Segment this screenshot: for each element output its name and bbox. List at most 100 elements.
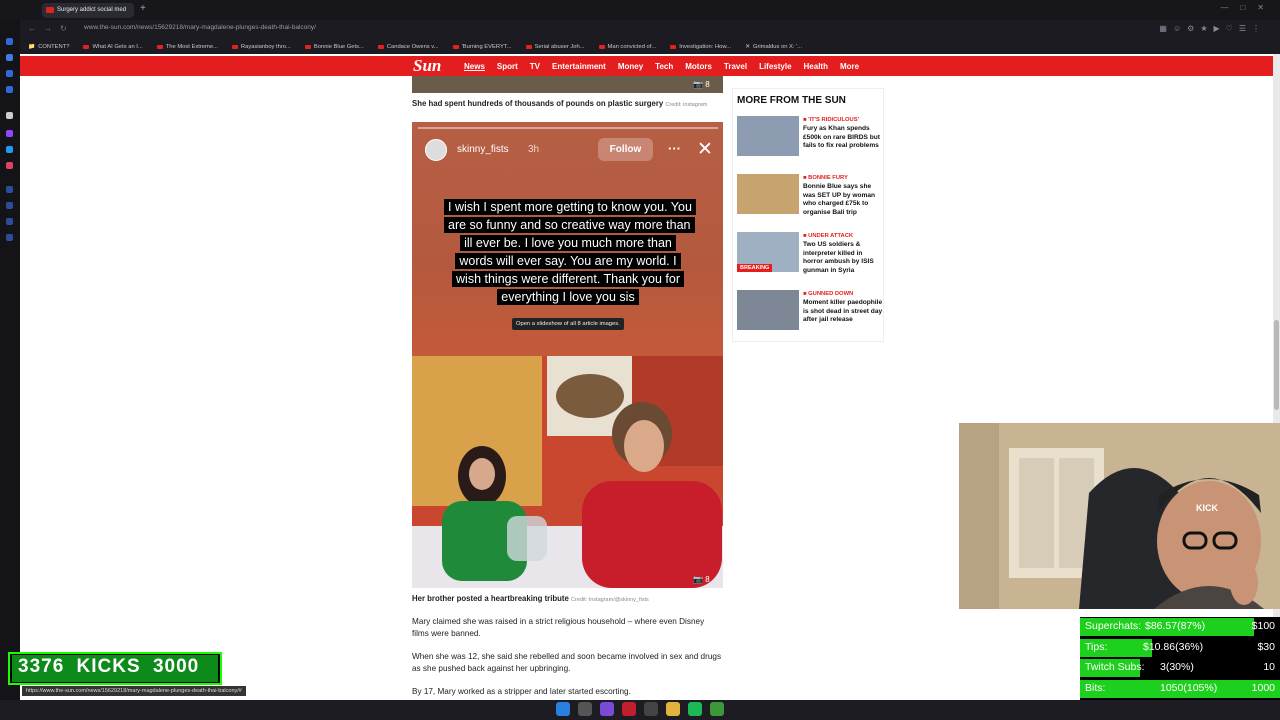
status-url: https://www.the-sun.com/news/15629218/ma… [22, 686, 246, 696]
nav-entertainment[interactable]: Entertainment [552, 62, 606, 71]
sun-logo[interactable]: Sun [413, 57, 441, 75]
image-count-badge: 📷 8 [693, 575, 710, 584]
messenger-icon[interactable] [6, 54, 13, 61]
extension-icons[interactable]: ▦☺⚙★▶♡☰⋮ [1159, 24, 1266, 33]
nav-tv[interactable]: TV [530, 62, 540, 71]
tab-active[interactable]: Surgery addict social med [42, 3, 134, 18]
spotify-icon[interactable] [688, 702, 702, 716]
card-kicker: ■ BONNIE FURY [803, 175, 848, 181]
nav-travel[interactable]: Travel [724, 62, 747, 71]
cap-text: KICK [1196, 503, 1218, 513]
nav-news[interactable]: News [464, 62, 485, 71]
caption-text: She had spent hundreds of thousands of p… [412, 99, 664, 108]
goal-value: 3(30%) [1160, 661, 1194, 673]
chrome-icon[interactable] [644, 702, 658, 716]
image-caption: Her brother posted a heartbreaking tribu… [412, 594, 649, 603]
bookmark-item[interactable]: Candace Owens v... [377, 44, 439, 50]
youtube-icon [304, 45, 311, 49]
nav-lifestyle[interactable]: Lifestyle [759, 62, 791, 71]
bookmark-label: Bonnie Blue Gets... [313, 44, 364, 50]
folder-icon[interactable] [666, 702, 680, 716]
nav-tech[interactable]: Tech [655, 62, 673, 71]
camera-icon: 📷 [693, 80, 703, 89]
caption-credit: Credit: Instagram/@skinny_fists [571, 597, 649, 603]
youtube-icon [156, 45, 163, 49]
url-field[interactable]: www.the-sun.com/news/15629218/mary-magda… [84, 24, 316, 31]
bookmark-item[interactable]: The Most Extreme... [156, 44, 218, 50]
article-paragraph: When she was 12, she said she rebelled a… [412, 652, 722, 673]
scrollbar-thumb[interactable] [1274, 320, 1279, 410]
bookmark-label: The Most Extreme... [165, 44, 218, 50]
nav-health[interactable]: Health [804, 62, 828, 71]
settings-icon[interactable] [6, 186, 13, 193]
window-controls[interactable]: —□✕ [1220, 3, 1276, 12]
search-icon[interactable] [578, 702, 592, 716]
bookmark-item[interactable]: 'Burning EVERYT... [452, 44, 512, 50]
slideshow-tooltip: Open a slideshow of all 8 article images… [512, 318, 624, 330]
nav-motors[interactable]: Motors [685, 62, 712, 71]
bookmark-label: Investigation: How... [679, 44, 732, 50]
card-kicker: ■ GUNNED DOWN [803, 291, 853, 297]
previous-article-image[interactable] [412, 76, 723, 93]
card-headline[interactable]: Fury as Khan spends £500k on rare BIRDS … [803, 125, 883, 151]
more-card[interactable]: ■ BONNIE FURY Bonnie Blue says she was S… [737, 174, 882, 224]
card-headline[interactable]: Moment killer paedophile is shot dead in… [803, 299, 883, 325]
youtube-icon [598, 45, 605, 49]
bookmark-item[interactable]: Man convicted of... [598, 44, 656, 50]
camera-icon: 📷 [693, 575, 703, 584]
bookmark-item[interactable]: Investigation: How... [670, 44, 731, 50]
gear-icon[interactable] [6, 234, 13, 241]
bookmark-icon[interactable] [6, 70, 13, 77]
twitch-icon[interactable] [6, 130, 13, 137]
bookmark-item[interactable]: 📁 CONTENT? [28, 44, 69, 50]
more-card[interactable]: BREAKING ■ UNDER ATTACK Two US soldiers … [737, 232, 882, 282]
kicker-text: BONNIE FURY [808, 175, 848, 181]
home-icon[interactable] [6, 38, 13, 45]
goal-target: $100 [1251, 620, 1275, 632]
image-count: 8 [705, 80, 710, 89]
clock-icon[interactable] [6, 202, 13, 209]
bookmarks-bar: 📁 CONTENT? What AI Gets an I... The Most … [20, 40, 1280, 54]
app-icon[interactable] [600, 702, 614, 716]
opera-icon[interactable] [622, 702, 636, 716]
video-icon: ■ [803, 117, 807, 123]
chat-icon[interactable] [6, 146, 13, 153]
instagram-icon[interactable] [6, 162, 13, 169]
bookmark-item[interactable]: Rayasianboy thro... [231, 44, 291, 50]
bookmark-item[interactable]: What AI Gets an I... [83, 44, 143, 50]
extensions-icon[interactable] [6, 218, 13, 225]
nav-buttons[interactable]: ←→↻ [28, 24, 75, 33]
goal-label: Bits: [1085, 681, 1106, 694]
windows-start-icon[interactable] [556, 702, 570, 716]
folder-icon: 📁 [28, 44, 36, 50]
bookmark-label: Grimaldus on X: '... [752, 44, 803, 50]
x-icon: ✕ [745, 44, 750, 50]
bookmark-label: Candace Owens v... [386, 44, 439, 50]
sun-nav-items: News Sport TV Entertainment Money Tech M… [464, 56, 859, 76]
bookmark-item[interactable]: ✕ Grimaldus on X: '... [745, 44, 802, 50]
new-tab-button[interactable]: + [140, 3, 146, 14]
app-icon[interactable] [710, 702, 724, 716]
youtube-icon [525, 45, 532, 49]
card-kicker: ■ UNDER ATTACK [803, 233, 853, 239]
avatar [425, 139, 447, 161]
more-card[interactable]: ■ 'IT'S RIDICULOUS' Fury as Khan spends … [737, 116, 882, 166]
bookmark-item[interactable]: Serial abuser Joh... [525, 44, 585, 50]
nav-more[interactable]: More [840, 62, 859, 71]
card-thumbnail [737, 290, 799, 330]
card-headline[interactable]: Bonnie Blue says she was SET UP by woman… [803, 183, 883, 217]
webcam-feed: KICK [959, 423, 1280, 609]
card-headline[interactable]: Two US soldiers & interpreter killed in … [803, 241, 883, 275]
history-icon[interactable] [6, 86, 13, 93]
article-photo[interactable] [412, 356, 723, 588]
bookmark-item[interactable]: Bonnie Blue Gets... [304, 44, 364, 50]
story-timestamp: 3h [528, 144, 540, 155]
more-from-title: MORE FROM THE SUN [737, 95, 846, 106]
nav-money[interactable]: Money [618, 62, 643, 71]
article-paragraph: By 17, Mary worked as a stripper and lat… [412, 687, 631, 696]
arrow-icon[interactable] [6, 112, 13, 119]
nav-sport[interactable]: Sport [497, 62, 518, 71]
youtube-icon [452, 45, 459, 49]
bookmark-label: 'Burning EVERYT... [461, 44, 512, 50]
more-card[interactable]: ■ GUNNED DOWN Moment killer paedophile i… [737, 290, 882, 340]
